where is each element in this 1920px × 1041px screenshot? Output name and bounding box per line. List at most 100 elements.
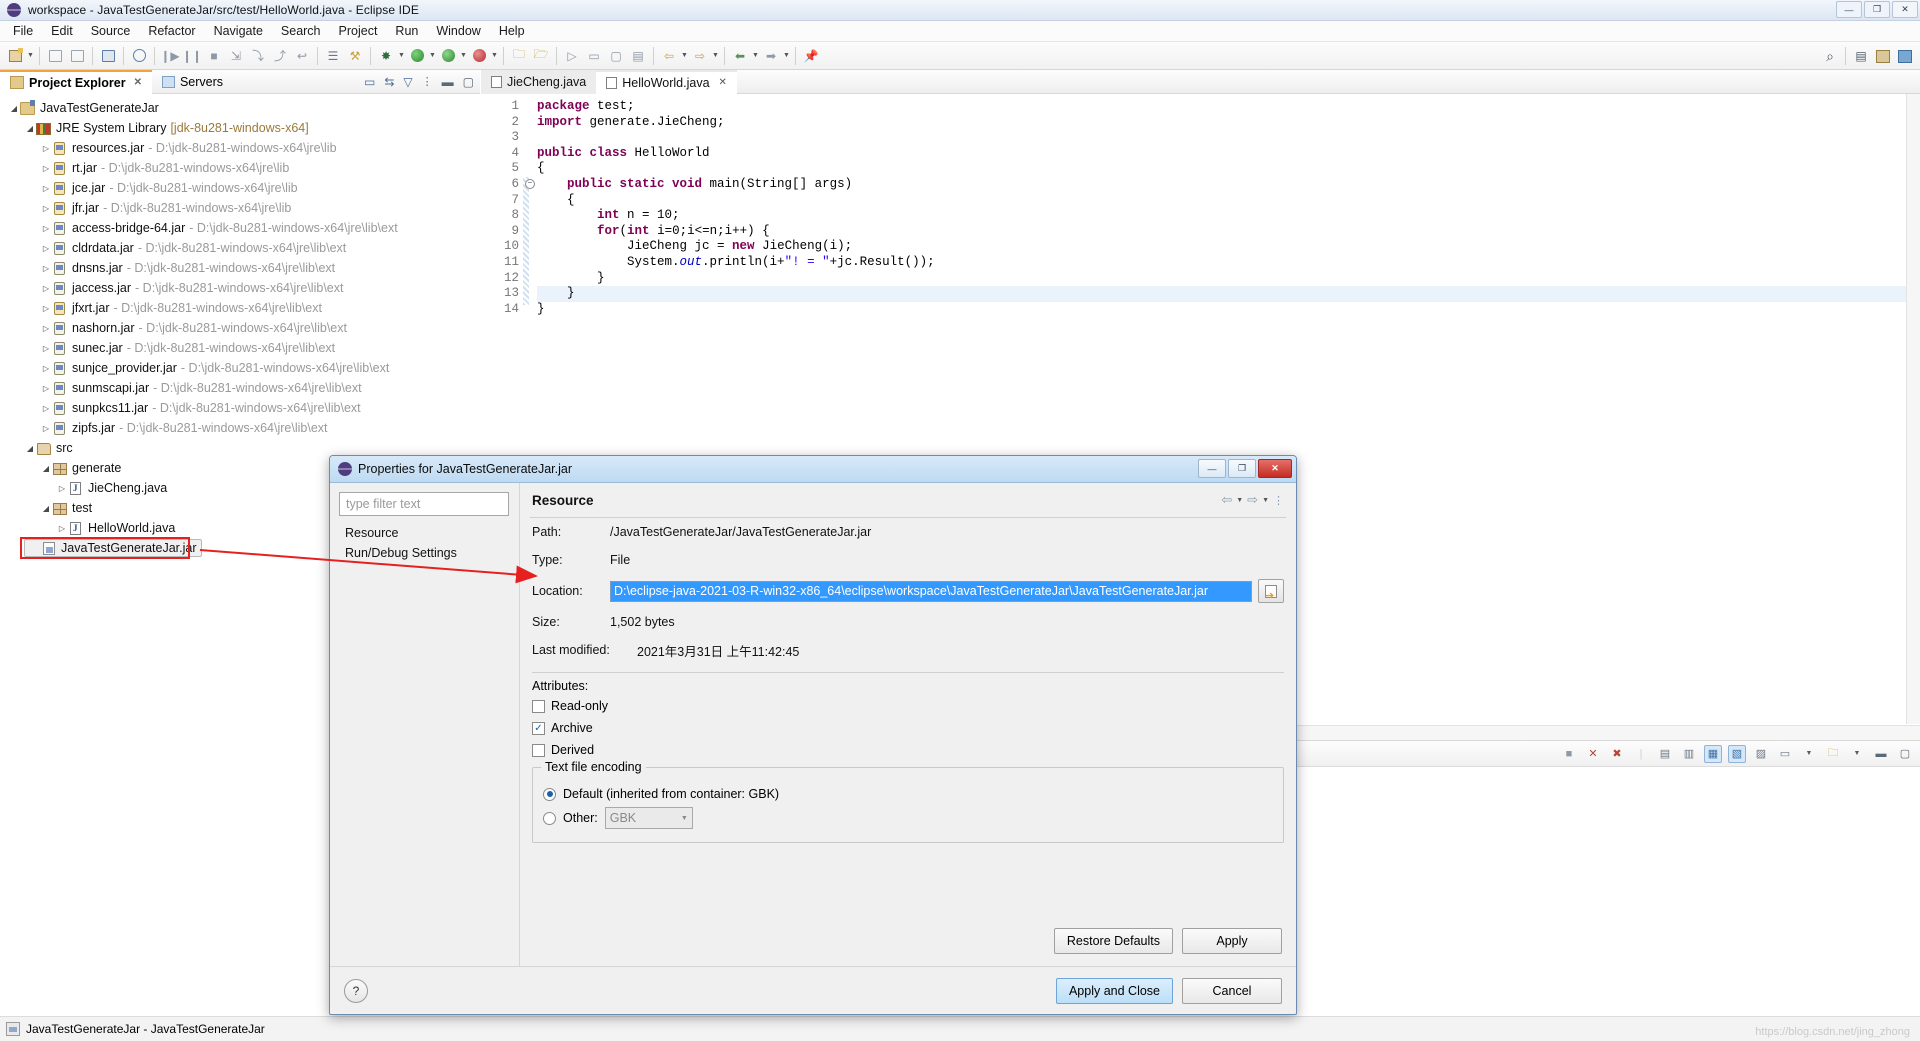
collapse-arrow-icon[interactable] — [56, 484, 68, 493]
expand-arrow-icon[interactable] — [40, 464, 52, 473]
code-line[interactable]: { — [537, 161, 1920, 177]
code-line[interactable] — [537, 130, 1920, 146]
code-line[interactable]: for(int i=0;i<=n;i++) { — [537, 224, 1920, 240]
resolve-path-icon[interactable]: ➔ — [1258, 579, 1284, 603]
new-wizard-dropdown-icon[interactable]: ▼ — [26, 52, 35, 59]
open-console-icon[interactable]: ▥ — [1680, 745, 1698, 763]
disconnect-icon[interactable]: ⇲ — [225, 45, 247, 67]
checkbox-read-only[interactable]: Read-only — [520, 695, 1296, 717]
new-window-icon[interactable]: ▢ — [605, 45, 627, 67]
new-wizard-icon[interactable] — [4, 45, 26, 67]
collapse-arrow-icon[interactable] — [40, 404, 52, 413]
editor-tab-jiecheng[interactable]: JieCheng.java — [481, 69, 597, 94]
terminate-icon[interactable]: ■ — [203, 45, 225, 67]
perspective-open-icon[interactable]: ▤ — [1850, 45, 1872, 67]
tree-item[interactable]: cldrdata.jar- D:\jdk-8u281-windows-x64\j… — [0, 238, 480, 258]
page-menu-icon[interactable]: ⋮ — [1273, 494, 1284, 507]
checkbox-read-only-box[interactable] — [532, 699, 545, 713]
menu-navigate[interactable]: Navigate — [205, 22, 272, 40]
checkbox-archive[interactable]: ✓ Archive — [520, 717, 1296, 739]
editor-tab-helloworld[interactable]: HelloWorld.java ✕ — [596, 69, 737, 94]
search-toolbar-icon[interactable]: ▷ — [561, 45, 583, 67]
forward-navigation-icon[interactable]: ➡ — [760, 45, 782, 67]
encoding-select[interactable]: GBK ▼ — [604, 807, 693, 829]
collapse-arrow-icon[interactable] — [40, 264, 52, 273]
tree-item[interactable]: JavaTestGenerateJar — [0, 98, 480, 118]
remove-launch-icon[interactable]: ✕ — [1584, 745, 1602, 763]
perspective-javaee-icon[interactable] — [1894, 45, 1916, 67]
restore-defaults-button[interactable]: Restore Defaults — [1053, 928, 1173, 954]
next-annotation-icon[interactable]: ⇨ — [689, 45, 711, 67]
menu-project[interactable]: Project — [330, 22, 387, 40]
back-icon[interactable]: ⇦ — [1221, 492, 1232, 508]
menu-file[interactable]: File — [4, 22, 42, 40]
nav-item-run-debug-settings[interactable]: Run/Debug Settings — [339, 543, 509, 563]
scroll-lock-icon[interactable]: ▦ — [1704, 744, 1722, 763]
radio-default-encoding[interactable]: Default (inherited from container: GBK) — [543, 782, 1273, 806]
menu-help[interactable]: Help — [490, 22, 534, 40]
code-line[interactable]: System.out.println(i+"! = "+jc.Result())… — [537, 255, 1920, 271]
collapse-arrow-icon[interactable] — [40, 304, 52, 313]
open-type-icon[interactable] — [97, 45, 119, 67]
new-java-project-icon[interactable]: 🗀 — [508, 45, 530, 67]
collapse-arrow-icon[interactable] — [40, 204, 52, 213]
menu-window[interactable]: Window — [427, 22, 489, 40]
debug-icon[interactable]: ✸ — [375, 45, 397, 67]
suspend-icon[interactable]: ❙❙ — [181, 45, 203, 67]
tree-item[interactable]: nashorn.jar- D:\jdk-8u281-windows-x64\jr… — [0, 318, 480, 338]
quick-access-search-icon[interactable]: ⌕ — [1819, 45, 1841, 67]
pin-console-icon[interactable]: ▧ — [1728, 744, 1746, 763]
tree-item[interactable]: sunec.jar- D:\jdk-8u281-windows-x64\jre\… — [0, 338, 480, 358]
prev-annotation-dropdown-icon[interactable]: ▼ — [680, 52, 689, 59]
debug-dropdown-icon[interactable]: ▼ — [397, 52, 406, 59]
collapse-arrow-icon[interactable] — [56, 524, 68, 533]
expand-arrow-icon[interactable] — [8, 104, 20, 113]
tab-project-explorer[interactable]: Project Explorer ✕ — [0, 69, 152, 94]
menu-source[interactable]: Source — [82, 22, 140, 40]
checkbox-archive-box[interactable]: ✓ — [532, 721, 545, 735]
step-into-icon[interactable]: ⤵ — [247, 45, 269, 67]
tree-item[interactable]: sunjce_provider.jar- D:\jdk-8u281-window… — [0, 358, 480, 378]
save-icon[interactable] — [44, 45, 66, 67]
console-options-dropdown-icon[interactable]: ▼ — [1848, 745, 1866, 763]
view-menu-icon[interactable]: ⋮ — [422, 75, 433, 88]
new-console-icon[interactable]: 🗀 — [1824, 745, 1842, 763]
collapse-arrow-icon[interactable] — [40, 184, 52, 193]
next-annotation-dropdown-icon[interactable]: ▼ — [711, 52, 720, 59]
fold-collapse-icon[interactable]: − — [525, 179, 535, 189]
tree-item[interactable]: jfr.jar- D:\jdk-8u281-windows-x64\jre\li… — [0, 198, 480, 218]
code-line[interactable]: } — [537, 286, 1920, 302]
apply-button[interactable]: Apply — [1182, 928, 1282, 954]
menu-search[interactable]: Search — [272, 22, 330, 40]
collapse-arrow-icon[interactable] — [40, 284, 52, 293]
code-line[interactable]: JieCheng jc = new JieCheng(i); — [537, 239, 1920, 255]
link-with-editor-icon[interactable]: ⇆ — [384, 75, 394, 89]
editor-vertical-scrollbar[interactable] — [1906, 94, 1920, 724]
radio-default-encoding-button[interactable] — [543, 787, 556, 801]
previous-annotation-icon[interactable]: ⇦ — [658, 45, 680, 67]
open-task-icon[interactable]: ▭ — [583, 45, 605, 67]
tab-servers[interactable]: Servers — [152, 70, 233, 94]
code-line[interactable]: package test; — [537, 99, 1920, 115]
filter-icon[interactable]: ▽ — [403, 75, 412, 89]
skip-breakpoints-icon[interactable]: ☰ — [322, 45, 344, 67]
collapse-arrow-icon[interactable] — [40, 144, 52, 153]
remove-all-terminated-icon[interactable]: ✖ — [1608, 745, 1626, 763]
tree-item[interactable]: dnsns.jar- D:\jdk-8u281-windows-x64\jre\… — [0, 258, 480, 278]
save-all-icon[interactable] — [66, 45, 88, 67]
perspective-java-icon[interactable] — [1872, 45, 1894, 67]
code-line[interactable]: } — [537, 271, 1920, 287]
terminate-console-icon[interactable]: ■ — [1560, 745, 1578, 763]
checkbox-derived[interactable]: Derived — [520, 739, 1296, 761]
quick-access-icon[interactable] — [128, 45, 150, 67]
clear-console-icon[interactable]: ▤ — [1656, 745, 1674, 763]
pin-editor-icon[interactable]: 📌 — [800, 45, 822, 67]
cancel-button[interactable]: Cancel — [1182, 977, 1282, 1004]
collapse-arrow-icon[interactable] — [40, 164, 52, 173]
tree-item[interactable]: jce.jar- D:\jdk-8u281-windows-x64\jre\li… — [0, 178, 480, 198]
run-external-tools-icon[interactable] — [437, 45, 459, 67]
collapse-arrow-icon[interactable] — [40, 344, 52, 353]
tree-item[interactable]: jfxrt.jar- D:\jdk-8u281-windows-x64\jre\… — [0, 298, 480, 318]
code-line[interactable]: } — [537, 302, 1920, 318]
window-maximize-button[interactable]: ❐ — [1864, 1, 1890, 18]
